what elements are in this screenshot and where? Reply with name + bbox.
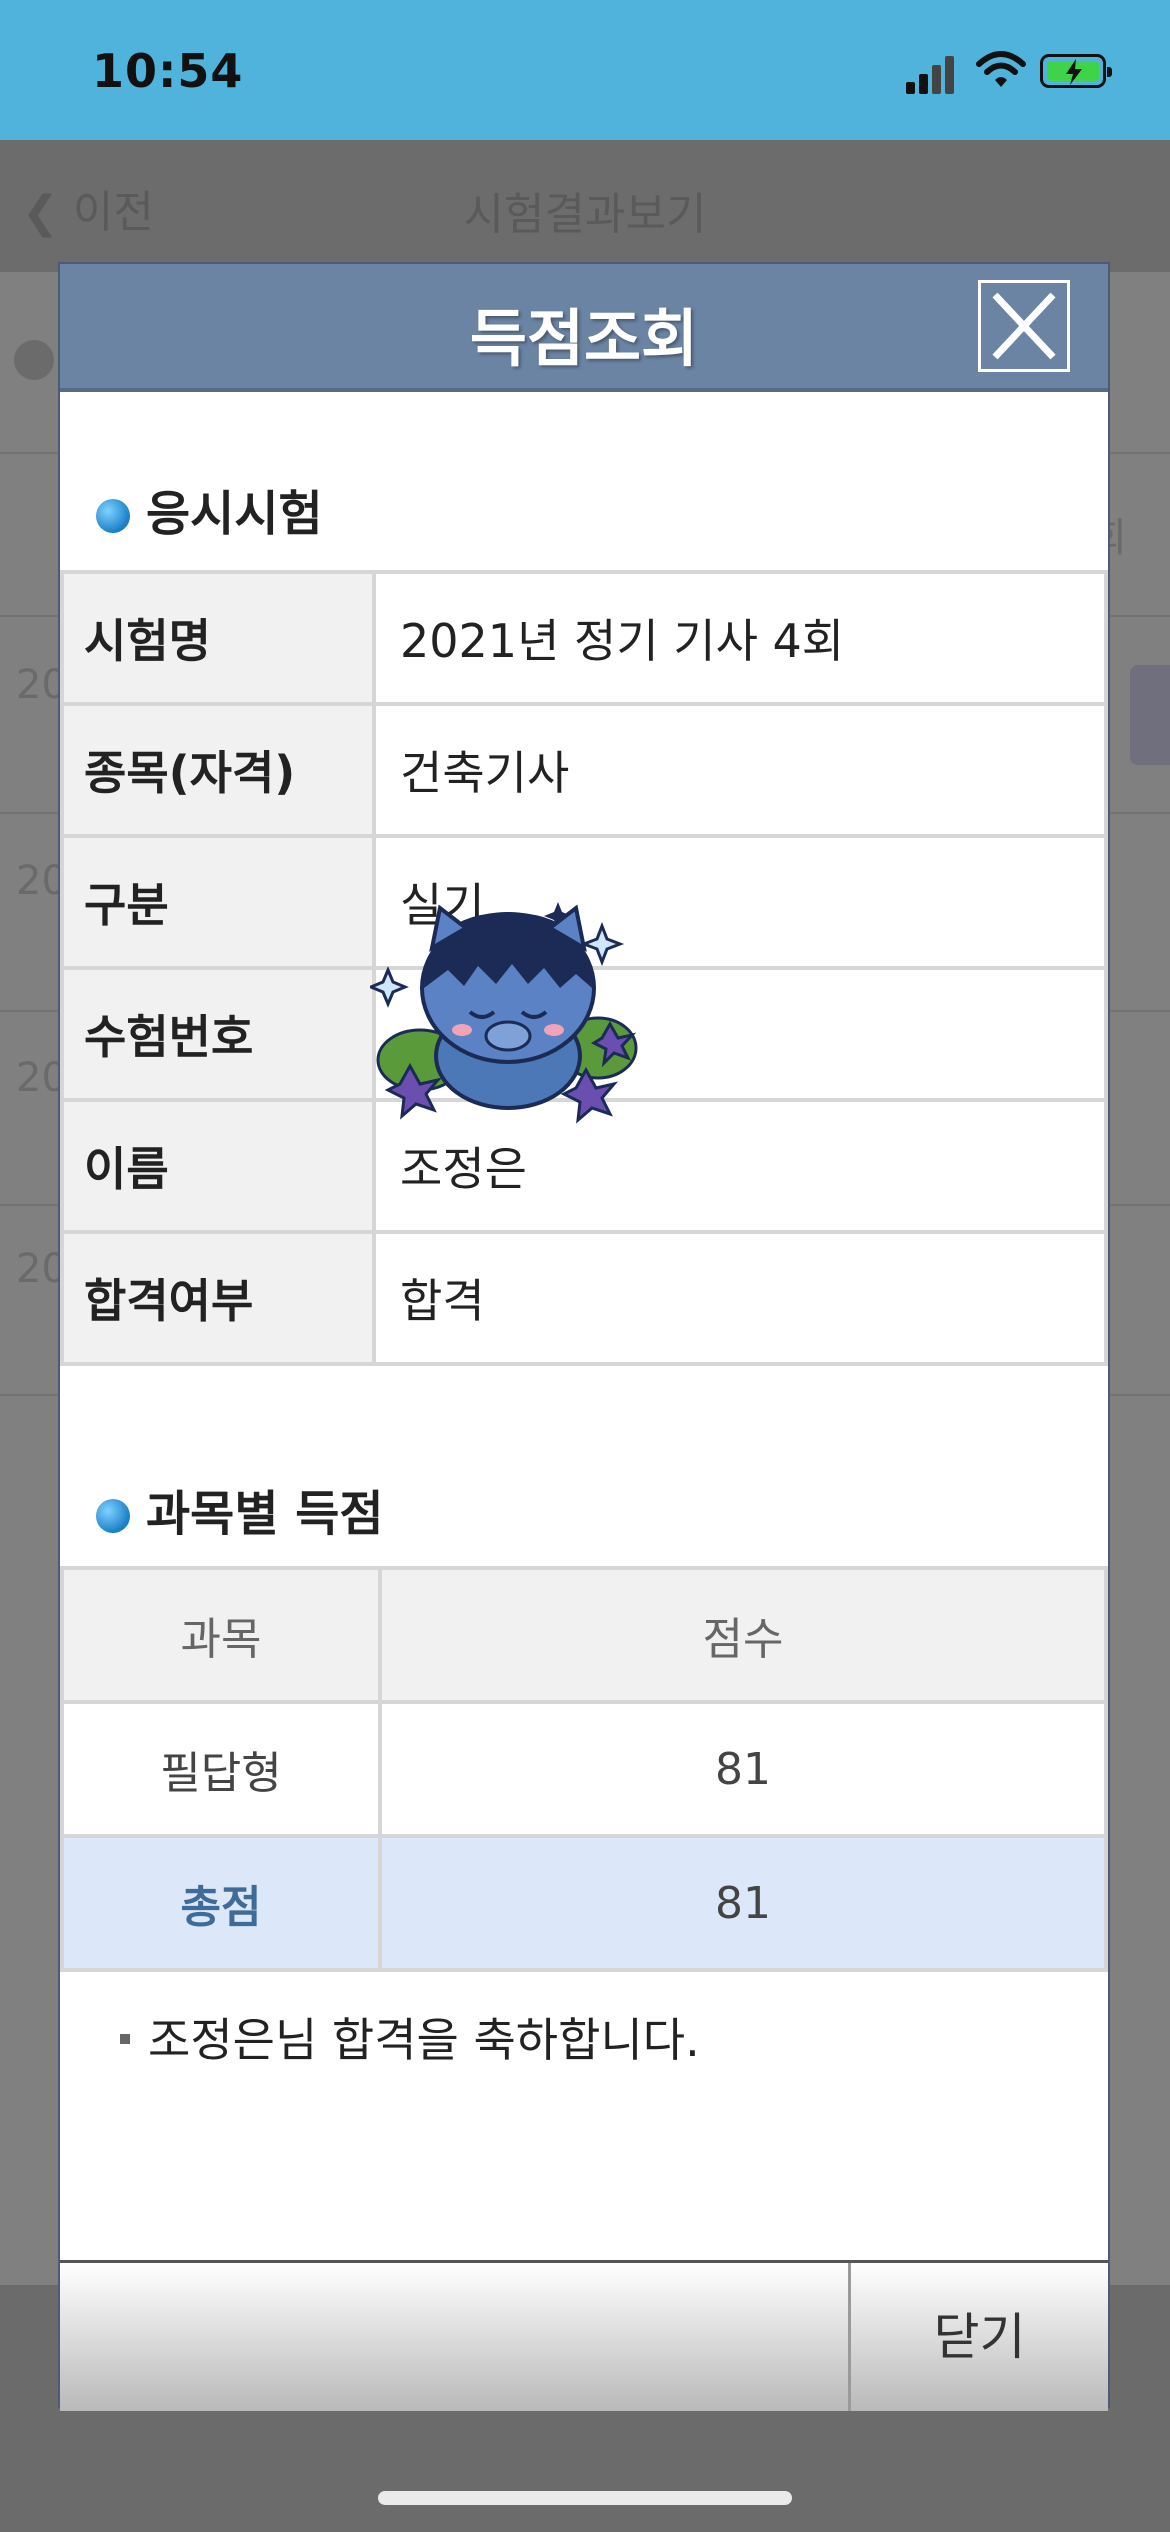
info-value: 건축기사	[372, 702, 1108, 838]
section-exam-label: 응시시험	[146, 486, 323, 542]
close-x-button[interactable]	[978, 280, 1070, 372]
status-time: 10:54	[92, 44, 244, 98]
modal-title: 득점조회	[469, 302, 699, 375]
score-modal: 득점조회 응시시험 시험명 2021년 정기 기사 4회 종목(자격) 건축기사…	[58, 262, 1110, 2411]
bg-radio-icon	[14, 340, 54, 380]
table-row: 합격여부 합격	[60, 1230, 1108, 1366]
modal-footer: 닫기	[60, 2260, 1108, 2411]
cellular-signal-icon	[906, 54, 954, 94]
home-indicator[interactable]	[378, 2491, 792, 2505]
section-scores-title: 과목별 득점	[96, 1474, 384, 1544]
bg-row-button	[1130, 665, 1170, 765]
column-header-score: 점수	[378, 1566, 1108, 1704]
table-row: 필답형 81	[60, 1700, 1108, 1838]
info-label: 이름	[60, 1098, 376, 1234]
total-label: 총점	[60, 1834, 382, 1972]
character-sticker-icon	[370, 902, 638, 1124]
battery-icon	[1040, 54, 1112, 88]
info-value: 합격	[372, 1230, 1108, 1366]
section-scores-label: 과목별 득점	[146, 1486, 384, 1542]
close-button[interactable]: 닫기	[851, 2263, 1108, 2411]
subject-name: 필답형	[60, 1700, 382, 1838]
close-icon	[992, 292, 1056, 360]
status-bar: 10:54	[0, 0, 1170, 140]
info-label: 합격여부	[60, 1230, 376, 1366]
bullet-dot-icon	[96, 499, 130, 533]
table-row: 종목(자격) 건축기사	[60, 702, 1108, 838]
total-row: 총점 81	[60, 1834, 1108, 1972]
bullet-square-icon	[120, 2034, 130, 2044]
info-value: 2021년 정기 기사 4회	[372, 570, 1108, 706]
total-score: 81	[378, 1834, 1108, 1972]
info-label: 종목(자격)	[60, 702, 376, 838]
bullet-dot-icon	[96, 1499, 130, 1533]
wifi-icon	[976, 51, 1026, 87]
score-table: 과목 점수 필답형 81 총점 81	[60, 1566, 1108, 1972]
column-header-subject: 과목	[60, 1566, 382, 1704]
congrats-text: 조정은님 합격을 축하합니다.	[148, 2013, 700, 2067]
info-label: 수험번호	[60, 966, 376, 1102]
info-label: 구분	[60, 834, 376, 970]
table-header-row: 과목 점수	[60, 1566, 1108, 1704]
page-title: 시험결과보기	[463, 189, 707, 240]
info-label: 시험명	[60, 570, 376, 706]
modal-header: 득점조회	[60, 264, 1108, 392]
table-row: 시험명 2021년 정기 기사 4회	[60, 570, 1108, 706]
subject-score: 81	[378, 1700, 1108, 1838]
section-exam-title: 응시시험	[96, 474, 323, 544]
nav-bar: ❮ 이전 시험결과보기	[0, 140, 1170, 272]
congrats-message: 조정은님 합격을 축하합니다.	[120, 2004, 700, 2070]
